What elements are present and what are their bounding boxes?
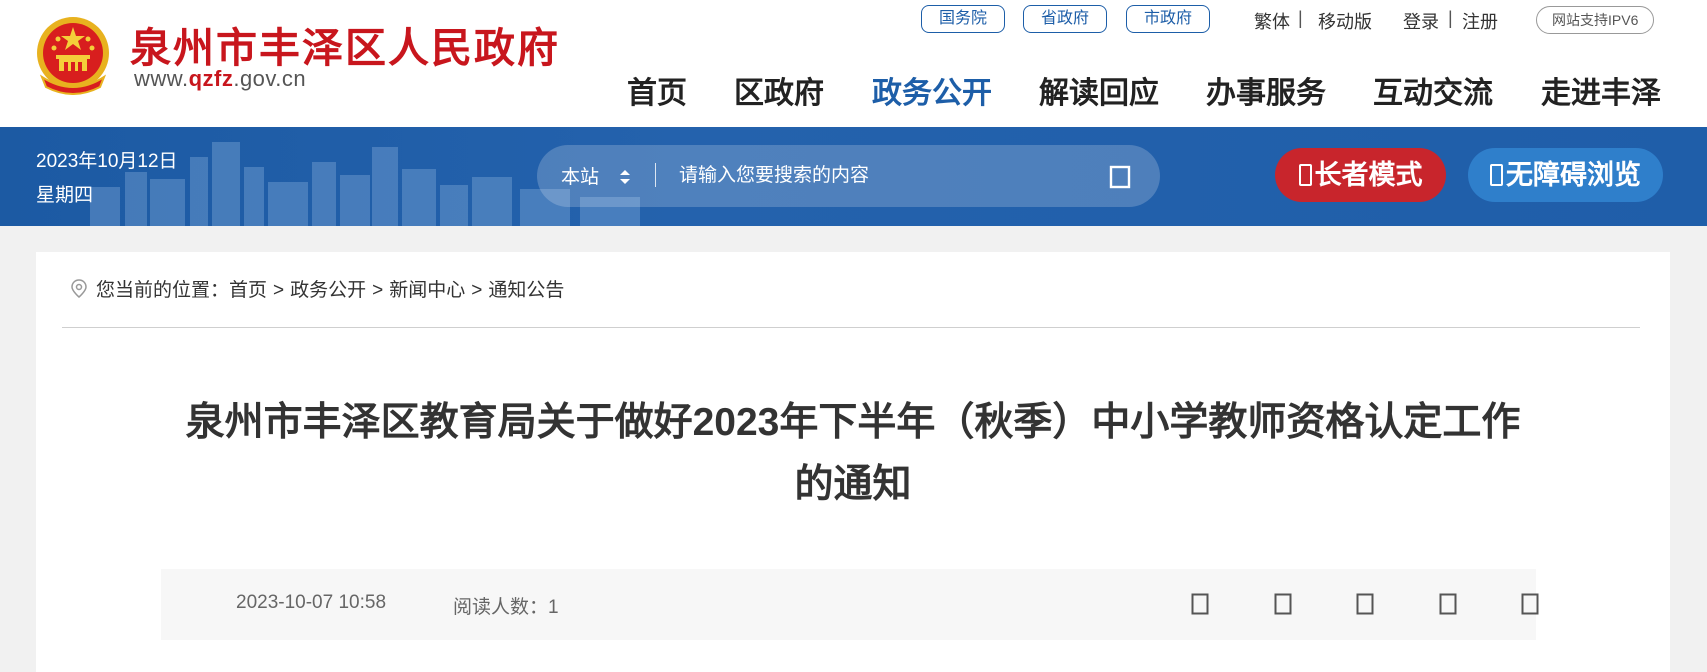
province-gov-link[interactable]: 省政府: [1023, 5, 1108, 33]
nav-services[interactable]: 办事服务: [1206, 68, 1326, 112]
traditional-chinese-link[interactable]: 繁体: [1254, 8, 1290, 34]
nav-gov-affairs[interactable]: 政务公开: [872, 68, 992, 112]
breadcrumb-separator: >: [273, 280, 285, 301]
date-value: 2023年10月12日: [36, 151, 178, 172]
nav-interpretation[interactable]: 解读回应: [1039, 68, 1159, 112]
accessibility-label: 无障碍浏览: [1506, 160, 1641, 190]
current-date: 2023年10月12日 星期四: [36, 145, 178, 213]
breadcrumb-separator: >: [471, 280, 483, 301]
publish-time: 2023-10-07 10:58: [236, 592, 387, 613]
read-count-label: 阅读人数：: [453, 597, 549, 618]
search-banner: 2023年10月12日 星期四 本站 长者模式 无障碍浏览: [0, 127, 1707, 226]
breadcrumb-separator: >: [372, 280, 384, 301]
divider: |: [1448, 8, 1453, 28]
search-box: 本站: [537, 145, 1160, 207]
article-card: 您当前的位置：首页 > 政务公开 > 新闻中心 > 通知公告 泉州市丰泽区教育局关于做好20…: [36, 252, 1670, 672]
mobile-version-link[interactable]: 移动版: [1318, 8, 1372, 34]
share-icon-4[interactable]: [1439, 593, 1457, 615]
read-count: 阅读人数：1: [453, 592, 559, 619]
breadcrumb: 您当前的位置：首页 > 政务公开 > 新闻中心 > 通知公告: [70, 275, 564, 302]
breadcrumb-news-center[interactable]: 新闻中心: [389, 280, 465, 301]
search-scope-select[interactable]: 本站: [561, 162, 599, 189]
share-icon-1[interactable]: [1191, 593, 1209, 615]
share-icon-5[interactable]: [1521, 593, 1539, 615]
state-council-link[interactable]: 国务院: [921, 5, 1006, 33]
elder-mode-button[interactable]: 长者模式: [1275, 148, 1446, 202]
national-emblem-logo[interactable]: [34, 15, 112, 95]
accessibility-icon: [1490, 164, 1503, 186]
article-meta-bar: 2023-10-07 10:58 阅读人数：1: [161, 569, 1539, 640]
site-url-suffix: .gov.cn: [233, 66, 307, 91]
city-gov-link[interactable]: 市政府: [1126, 5, 1211, 33]
search-divider: [655, 163, 656, 187]
breadcrumb-gov-affairs[interactable]: 政务公开: [290, 280, 366, 301]
site-url-highlight: qzfz: [188, 66, 234, 91]
breadcrumb-home[interactable]: 首页: [229, 280, 267, 301]
nav-about-fengze[interactable]: 走进丰泽: [1541, 68, 1661, 112]
elder-mode-label: 长者模式: [1314, 160, 1423, 190]
nav-district-gov[interactable]: 区政府: [734, 68, 824, 112]
breadcrumb-prefix: 您当前的位置：: [96, 280, 230, 301]
read-count-value: 1: [548, 597, 559, 618]
site-url-prefix: www.: [134, 66, 189, 91]
search-input[interactable]: [677, 155, 1061, 197]
register-link[interactable]: 注册: [1462, 8, 1498, 34]
share-icon-2[interactable]: [1274, 593, 1292, 615]
updown-arrow-icon[interactable]: [619, 167, 631, 187]
nav-home[interactable]: 首页: [627, 68, 687, 112]
nav-interaction[interactable]: 互动交流: [1373, 68, 1493, 112]
search-icon[interactable]: [1109, 165, 1131, 189]
login-link[interactable]: 登录: [1403, 8, 1439, 34]
location-pin-icon: [71, 279, 87, 298]
share-icon-3[interactable]: [1356, 593, 1374, 615]
site-header: 泉州市丰泽区人民政府 www.qzfz.gov.cn 国务院 省政府 市政府 繁…: [0, 0, 1707, 127]
elder-mode-icon: [1298, 164, 1312, 186]
site-url: www.qzfz.gov.cn: [134, 66, 306, 92]
divider: |: [1298, 8, 1303, 28]
breadcrumb-notices[interactable]: 通知公告: [488, 280, 564, 301]
article-title: 泉州市丰泽区教育局关于做好2023年下半年（秋季）中小学教师资格认定工作的通知: [185, 401, 1521, 506]
site-name[interactable]: 泉州市丰泽区人民政府: [130, 14, 560, 74]
accessibility-button[interactable]: 无障碍浏览: [1468, 148, 1663, 202]
breadcrumb-divider: [62, 327, 1640, 328]
weekday-value: 星期四: [36, 185, 94, 206]
ipv6-badge: 网站支持IPV6: [1536, 6, 1655, 34]
